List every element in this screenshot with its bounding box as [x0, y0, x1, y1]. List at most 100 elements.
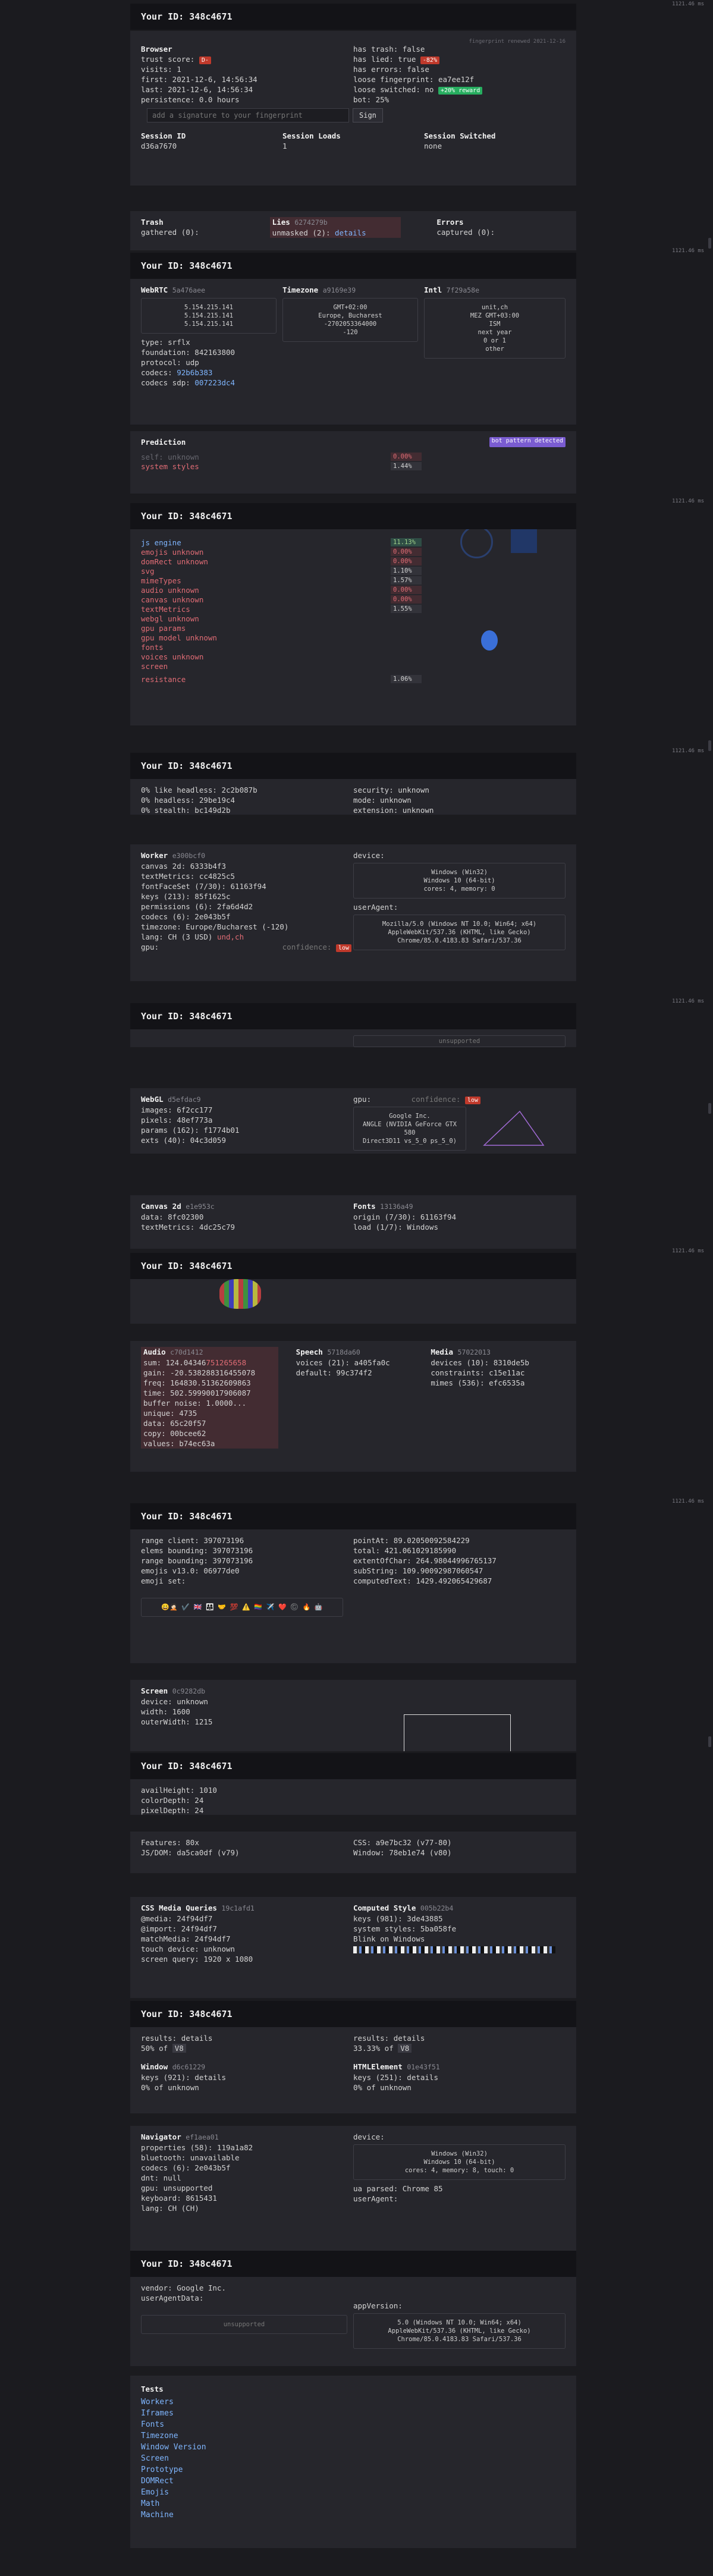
- error-engine: V8: [398, 2044, 412, 2053]
- nav-keyboard: keyboard: 8615431: [141, 2194, 217, 2203]
- test-link-prototype[interactable]: Prototype: [141, 2464, 566, 2476]
- webrtc-hash: 5a476aee: [172, 286, 206, 294]
- worker-lang-highlight: und,ch: [216, 932, 244, 941]
- test-link-math[interactable]: Math: [141, 2498, 566, 2509]
- id-value: 348c4671: [189, 1761, 233, 1771]
- test-link-timezone[interactable]: Timezone: [141, 2430, 566, 2442]
- worker-device: device:: [353, 851, 385, 860]
- html-element-title: HTMLElement: [353, 2062, 403, 2071]
- css-media: @media: 24f94df7: [141, 1914, 213, 1923]
- rtc-foundation: foundation: 842163800: [141, 348, 235, 357]
- canvas-data: data: 8fc02300: [141, 1212, 204, 1221]
- webgl-exts: exts (40): 04c3d059: [141, 1136, 226, 1145]
- pixel-depth: pixelDepth: 24: [141, 1806, 204, 1815]
- your-id-label: Your ID:: [141, 1011, 184, 1022]
- screen-card-cont: availHeight: 1010 colorDepth: 24 pixelDe…: [130, 1779, 576, 1815]
- canvas-hash: e1e953c: [186, 1202, 215, 1211]
- navigator-hash: ef1aea01: [186, 2133, 219, 2141]
- window-title: Window: [141, 2062, 168, 2071]
- timing-label: 1121.46 ms: [672, 998, 705, 1004]
- system-styles: system styles: 5ba058fe: [353, 1924, 457, 1933]
- fonts-hash: 13136a49: [380, 1202, 413, 1211]
- nav-device: device:: [353, 2132, 385, 2141]
- worker-title: Worker: [141, 851, 168, 860]
- intl-line: ISM: [489, 321, 501, 328]
- scrollbar-thumb[interactable]: [708, 740, 711, 751]
- prediction-score: 0.00%: [391, 453, 422, 461]
- fonts-title: Fonts: [353, 1202, 376, 1211]
- lies-details-link[interactable]: details: [335, 228, 366, 237]
- test-link-screen[interactable]: Screen: [141, 2453, 566, 2464]
- prediction-label: emojis unknown: [141, 547, 204, 557]
- id-header: Your ID: 348c4671: [130, 1503, 576, 1529]
- codecs-link[interactable]: 92b6b383: [177, 368, 212, 377]
- loose-fingerprint: loose fingerprint: ea7ee12f: [353, 75, 475, 84]
- id-header: Your ID: 348c4671: [130, 1003, 576, 1029]
- canvas-title: Canvas 2d: [141, 1202, 181, 1211]
- id-value: 348c4671: [189, 761, 233, 771]
- tz-line: -120: [343, 329, 358, 336]
- substring: subString: 109.90092987060547: [353, 1566, 483, 1575]
- extension: extension: unknown: [353, 806, 434, 815]
- sign-button[interactable]: Sign: [353, 108, 383, 122]
- test-link-machine[interactable]: Machine: [141, 2509, 566, 2521]
- worker-permissions: permissions (6): 2fa6d4d2: [141, 902, 253, 911]
- nav-vendor: vendor: Google Inc.: [141, 2283, 226, 2292]
- intl-line: unit,ch: [481, 304, 508, 311]
- worker-gpu: gpu:: [141, 943, 159, 951]
- audio-copy: copy: 00bcee62: [143, 1429, 206, 1438]
- webgl-title: WebGL: [141, 1095, 164, 1104]
- id-value: 348c4671: [189, 1011, 233, 1022]
- id-header: Your ID: 348c4671: [130, 1753, 576, 1779]
- prediction-label: mimeTypes: [141, 576, 181, 585]
- worker-keys: keys (213): 85f1625c: [141, 892, 231, 901]
- confidence-badge: low: [335, 944, 352, 952]
- test-link-iframes[interactable]: Iframes: [141, 2408, 566, 2419]
- session-switched: none: [424, 142, 442, 150]
- first-visit: first: 2021-12-6, 14:56:34: [141, 75, 257, 84]
- fonts-origin: origin (7/30): 61163f94: [353, 1212, 457, 1221]
- sdp-link[interactable]: 007223dc4: [194, 378, 235, 387]
- test-link-workers[interactable]: Workers: [141, 2396, 566, 2408]
- session-id-label: Session ID: [141, 131, 186, 140]
- id-header: Your ID: 348c4671: [130, 1253, 576, 1279]
- math-engine: V8: [172, 2044, 186, 2053]
- prediction-label: fonts: [141, 642, 164, 652]
- audio-values: values: b74ec63a: [143, 1439, 215, 1448]
- audio-unique: unique: 4735: [143, 1409, 197, 1418]
- scrollbar-thumb[interactable]: [708, 1736, 711, 1747]
- webrtc-title: WebRTC: [141, 285, 168, 294]
- prediction-label: svg: [141, 566, 155, 576]
- id-header: Your ID: 348c4671: [130, 4, 576, 30]
- worker-fontfaceset: fontFaceSet (7/30): 61163f94: [141, 882, 266, 891]
- confidence-badge: low: [464, 1097, 481, 1104]
- media-title: Media: [431, 1347, 453, 1356]
- has-errors: has errors: false: [353, 65, 429, 74]
- window-keys: keys (921): details: [141, 2073, 226, 2082]
- id-header: Your ID: 348c4671: [130, 503, 576, 529]
- media-queries-title: CSS Media Queries: [141, 1903, 217, 1912]
- tz-line: GMT+02:00: [333, 304, 368, 311]
- test-link-emojis[interactable]: Emojis: [141, 2487, 566, 2498]
- scrollbar-thumb[interactable]: [708, 1103, 711, 1114]
- test-link-window-version[interactable]: Window Version: [141, 2442, 566, 2453]
- trust-score-label: trust score:: [141, 55, 199, 64]
- worker-lang: lang: CH (3 USD): [141, 932, 217, 941]
- prediction-label: domRect unknown: [141, 557, 208, 566]
- appversion-line: AppleWebKit/537.36 (KHTML, like Gecko): [388, 2327, 531, 2335]
- audio-freq: freq: 164830.51362609863: [143, 1378, 251, 1387]
- worker-timezone: timezone: Europe/Bucharest (-120): [141, 922, 289, 931]
- extent-of-char: extentOfChar: 264.98044996765137: [353, 1556, 497, 1565]
- nav-bluetooth: bluetooth: unavailable: [141, 2153, 240, 2162]
- prediction-score: 1.06%: [391, 675, 422, 683]
- signature-input[interactable]: [147, 108, 349, 122]
- test-link-fonts[interactable]: Fonts: [141, 2419, 566, 2430]
- lies-title: Lies: [272, 218, 290, 227]
- session-loads: 1: [282, 142, 287, 150]
- test-link-domrect[interactable]: DOMRect: [141, 2476, 566, 2487]
- intl-title: Intl: [424, 285, 442, 294]
- visits: visits: 1: [141, 65, 181, 74]
- fp-renewed: fingerprint renewed 2021-12-16: [469, 39, 566, 45]
- worker-gpu-card: unsupported: [130, 1029, 576, 1047]
- scrollbar-thumb[interactable]: [708, 238, 711, 249]
